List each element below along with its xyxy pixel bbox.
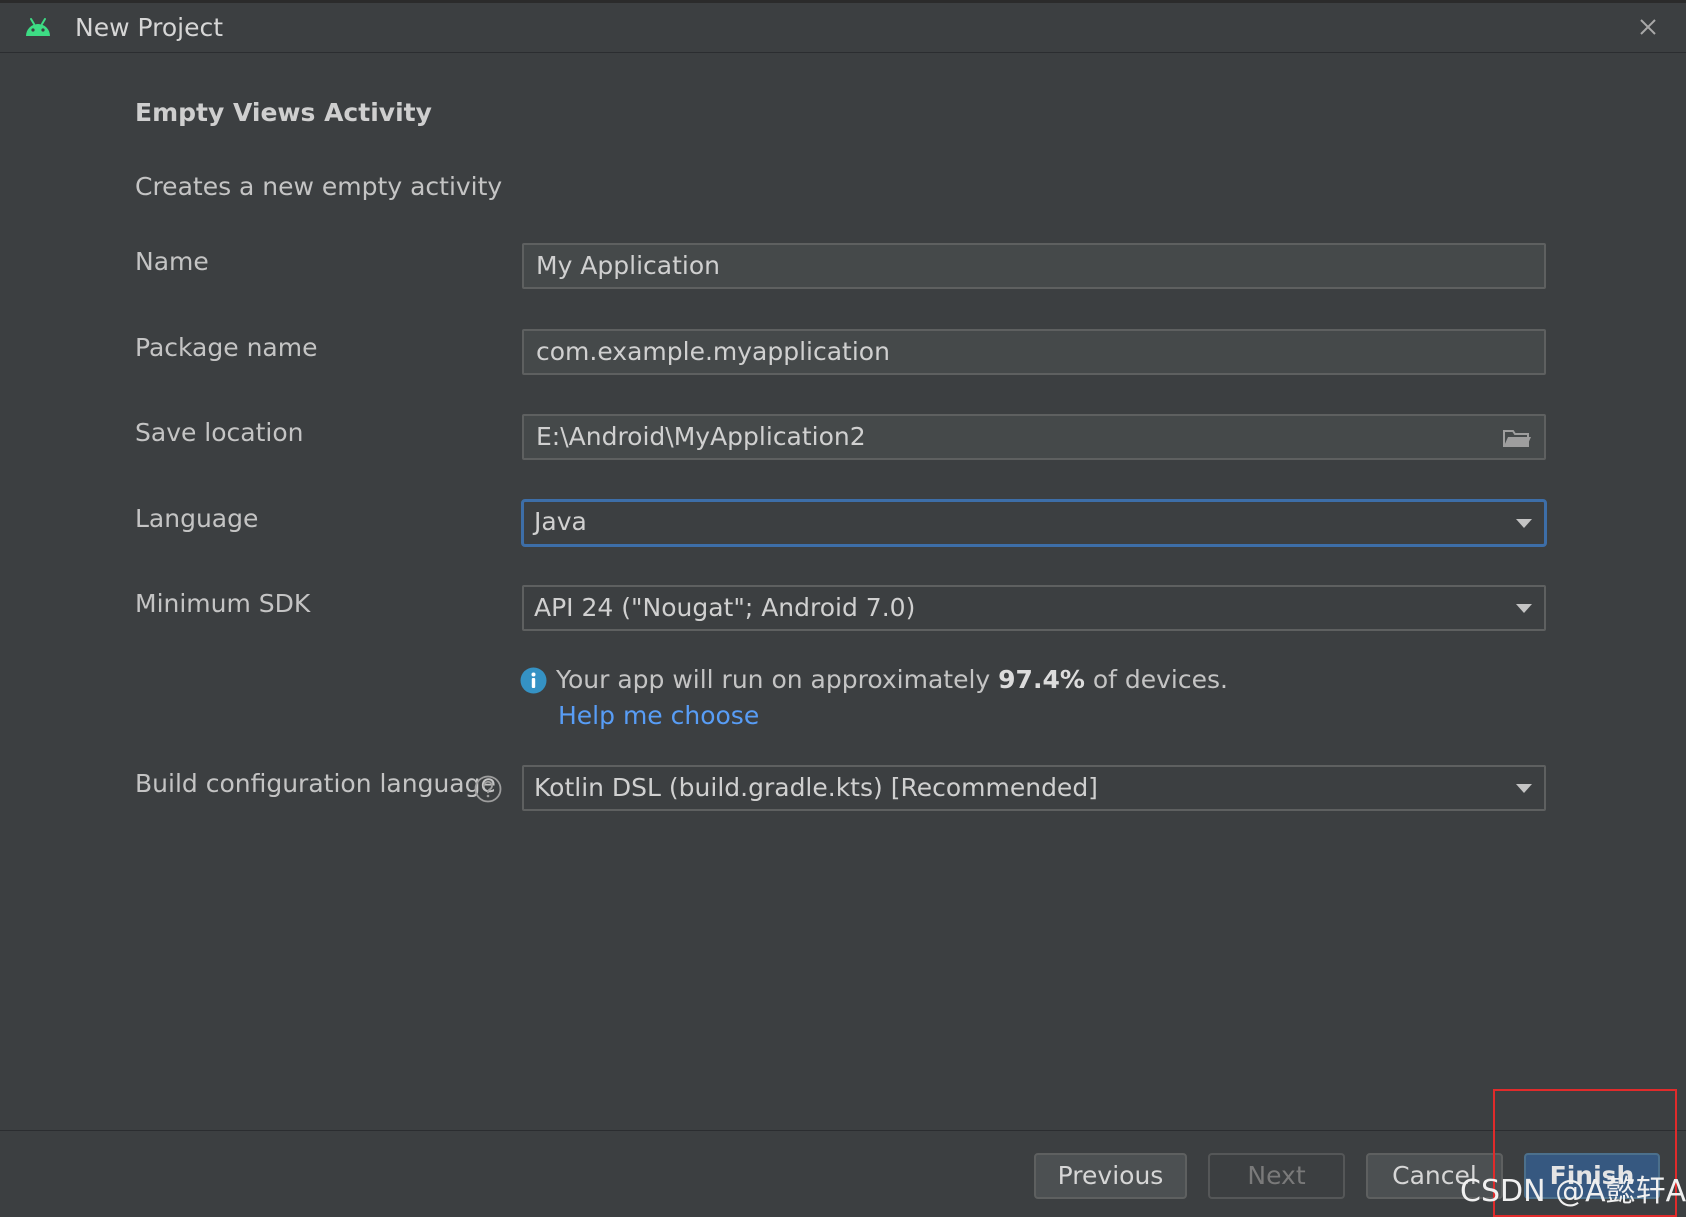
chevron-down-icon — [1516, 519, 1532, 528]
question-icon[interactable] — [474, 775, 502, 803]
minimum-sdk-dropdown[interactable]: API 24 ("Nougat"; Android 7.0) — [522, 585, 1546, 631]
template-description: Creates a new empty activity — [135, 172, 503, 201]
build-config-value: Kotlin DSL (build.gradle.kts) [Recommend… — [534, 773, 1098, 802]
minimum-sdk-label: Minimum SDK — [135, 589, 311, 618]
name-value: My Application — [536, 251, 720, 280]
name-input[interactable]: My Application — [522, 243, 1546, 289]
chevron-down-icon — [1516, 604, 1532, 613]
save-location-label: Save location — [135, 418, 304, 447]
minimum-sdk-value: API 24 ("Nougat"; Android 7.0) — [534, 593, 916, 622]
sdk-coverage-info: Your app will run on approximately 97.4%… — [556, 665, 1228, 694]
info-icon — [520, 667, 547, 694]
close-icon[interactable] — [1636, 15, 1660, 39]
next-button[interactable]: Next — [1208, 1153, 1345, 1199]
sdk-coverage-percent: 97.4% — [998, 665, 1085, 694]
save-location-input[interactable]: E:\Android\MyApplication2 — [522, 414, 1546, 460]
dialog-footer: Previous Next Cancel Finish — [0, 1130, 1686, 1217]
build-config-label: Build configuration language — [135, 769, 496, 798]
chevron-down-icon — [1516, 784, 1532, 793]
android-icon — [26, 18, 50, 36]
window-title: New Project — [75, 13, 224, 42]
package-name-input[interactable]: com.example.myapplication — [522, 329, 1546, 375]
language-label: Language — [135, 504, 259, 533]
new-project-dialog: New Project Empty Views Activity Creates… — [0, 0, 1686, 1217]
previous-button[interactable]: Previous — [1034, 1153, 1187, 1199]
dialog-content: Empty Views Activity Creates a new empty… — [0, 53, 1686, 1130]
language-value: Java — [534, 507, 587, 536]
language-dropdown[interactable]: Java — [521, 499, 1547, 547]
package-name-value: com.example.myapplication — [536, 337, 890, 366]
finish-button[interactable]: Finish — [1524, 1153, 1660, 1199]
sdk-info-prefix: Your app will run on approximately — [556, 665, 999, 694]
name-label: Name — [135, 247, 209, 276]
build-config-dropdown[interactable]: Kotlin DSL (build.gradle.kts) [Recommend… — [522, 765, 1546, 811]
save-location-value: E:\Android\MyApplication2 — [536, 422, 866, 451]
sdk-info-suffix: of devices. — [1084, 665, 1228, 694]
help-me-choose-link[interactable]: Help me choose — [558, 701, 759, 730]
template-heading: Empty Views Activity — [135, 98, 432, 127]
cancel-button[interactable]: Cancel — [1366, 1153, 1503, 1199]
title-bar: New Project — [0, 3, 1686, 53]
folder-icon[interactable] — [1502, 426, 1532, 450]
package-name-label: Package name — [135, 333, 318, 362]
